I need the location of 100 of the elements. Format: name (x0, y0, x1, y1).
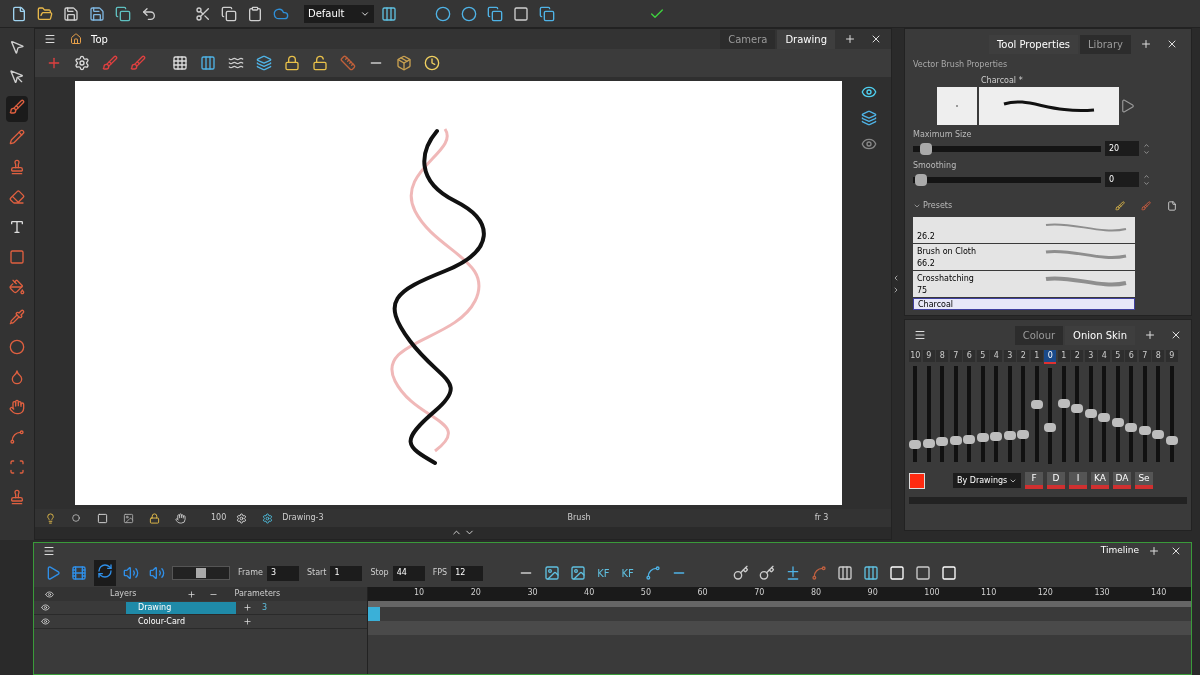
number-field[interactable]: 44 (392, 565, 425, 581)
layers-header: Layers (110, 588, 137, 600)
onion-frame-label[interactable]: 6 (1125, 350, 1138, 362)
layer-row[interactable]: Drawing (126, 601, 236, 614)
layer-row[interactable]: Colour-Card (126, 615, 236, 628)
decrement-icon[interactable] (1143, 179, 1150, 187)
preset-item[interactable]: 26.2 (913, 217, 1135, 243)
onion-slider-thumb[interactable] (1084, 408, 1097, 418)
number-field[interactable]: 1 (330, 565, 363, 581)
onion-mode-button[interactable]: KA (1091, 472, 1109, 489)
field-label: FPS (432, 567, 448, 579)
onion-frame-label[interactable]: 6 (963, 350, 976, 362)
onion-slider-thumb[interactable] (1152, 430, 1165, 440)
panel-tab[interactable]: Onion Skin (1065, 325, 1135, 345)
onion-frame-label[interactable]: 3 (1003, 350, 1016, 362)
horizontal-scrollbar[interactable] (909, 497, 1187, 504)
preset-item[interactable]: Crosshatching 75 (913, 271, 1135, 297)
onion-mode-button[interactable]: D (1047, 472, 1065, 489)
onion-slider-thumb[interactable] (1044, 422, 1057, 432)
onion-slider-thumb[interactable] (1003, 431, 1016, 441)
panel-tab[interactable]: Drawing (777, 29, 835, 49)
onion-frame-label[interactable]: 7 (1138, 350, 1151, 362)
onion-frame-label[interactable]: 5 (1111, 350, 1124, 362)
onion-frame-label[interactable]: 9 (1165, 350, 1178, 362)
onion-frame-label[interactable]: 1 (1030, 350, 1043, 362)
onion-frame-label[interactable]: 8 (936, 350, 949, 362)
onion-slider-thumb[interactable] (1017, 430, 1030, 440)
number-field[interactable]: 12 (451, 565, 484, 581)
onion-slider-thumb[interactable] (936, 437, 949, 447)
onion-frame-label[interactable]: 4 (990, 350, 1003, 362)
field-label: Stop (370, 567, 389, 579)
onion-slider-thumb[interactable] (922, 439, 935, 449)
mode-dropdown[interactable]: By Drawings (953, 473, 1021, 488)
keyframe-button[interactable]: KF (593, 565, 614, 581)
onion-slider-thumb[interactable] (1111, 418, 1124, 428)
slider-track[interactable] (913, 145, 1101, 152)
preset-item[interactable]: Brush on Cloth 66.2 (913, 244, 1135, 270)
panel-tab[interactable]: Colour (1014, 325, 1064, 345)
panel-tab[interactable]: Camera (720, 29, 776, 49)
onion-frame-label[interactable]: 5 (976, 350, 989, 362)
onion-frame-label[interactable]: 4 (1098, 350, 1111, 362)
slider-thumb[interactable] (920, 142, 933, 155)
onion-slider-thumb[interactable] (1138, 426, 1151, 436)
presets-header[interactable]: Presets (923, 200, 953, 212)
onion-frame-label[interactable]: 7 (949, 350, 962, 362)
onion-slider-thumb[interactable] (1057, 399, 1070, 409)
ruler-tick-label: 90 (867, 587, 878, 599)
onion-frame-label[interactable]: 2 (1071, 350, 1084, 362)
preset-item[interactable]: Charcoal (913, 298, 1135, 310)
onion-frame-label[interactable]: 2 (1017, 350, 1030, 362)
onion-frame-label[interactable]: 1 (1057, 350, 1070, 362)
panel-tab[interactable]: Tool Properties (988, 34, 1079, 54)
increment-icon[interactable] (1143, 141, 1150, 149)
collapse-left-icon[interactable] (892, 274, 900, 282)
onion-frame-label[interactable]: 9 (922, 350, 935, 362)
decrement-icon[interactable] (1143, 148, 1150, 156)
timeline-track[interactable] (368, 621, 1191, 635)
onion-slider-thumb[interactable] (1098, 413, 1111, 422)
onion-frame-label[interactable]: 8 (1152, 350, 1165, 362)
onion-slider-thumb[interactable] (1125, 422, 1138, 432)
slider-thumb[interactable] (196, 568, 206, 578)
keyframe-button[interactable]: KF (617, 565, 638, 581)
onion-slider-thumb[interactable] (963, 434, 976, 444)
slider-thumb[interactable] (915, 173, 927, 186)
increment-icon[interactable] (1143, 172, 1150, 180)
onion-slider-thumb[interactable] (990, 432, 1003, 442)
slider-track[interactable] (913, 176, 1101, 183)
onion-slider-thumb[interactable] (949, 436, 962, 446)
view-title: Top (91, 32, 108, 47)
panel-title[interactable]: Timeline (1096, 544, 1143, 558)
play-arrow-icon[interactable] (1121, 99, 1135, 113)
parameter-value: 3 (262, 601, 268, 614)
value-field[interactable]: 20 (1105, 141, 1139, 156)
collapse-right-icon[interactable] (892, 286, 900, 294)
exposure-cell[interactable] (368, 607, 380, 621)
onion-slider-thumb[interactable] (1071, 404, 1084, 414)
ruler-tick-label: 10 (414, 587, 425, 599)
onion-frame-label[interactable]: 0 (1044, 350, 1057, 364)
onion-slider-thumb[interactable] (976, 433, 989, 442)
value-field[interactable]: 0 (1105, 172, 1139, 187)
onion-mode-button[interactable]: F (1025, 472, 1043, 489)
onion-mode-button[interactable]: DA (1113, 472, 1131, 489)
onion-frame-label[interactable]: 10 (909, 350, 922, 362)
colour-swatch[interactable] (909, 472, 925, 489)
frame-number: fr 3 (814, 512, 829, 524)
playback-speed-slider[interactable] (172, 566, 230, 580)
onion-frame-label[interactable]: 3 (1084, 350, 1097, 362)
parameters-header: Parameters (234, 588, 281, 600)
workspace-dropdown[interactable]: Default (304, 4, 374, 23)
panel-tab[interactable]: Library (1080, 34, 1131, 54)
onion-slider-thumb[interactable] (909, 439, 922, 449)
expand-icon[interactable] (913, 202, 921, 210)
number-field[interactable]: 3 (266, 565, 299, 581)
onion-mode-button[interactable]: Se (1135, 472, 1153, 489)
ruler-tick-label: 60 (697, 587, 708, 599)
onion-slider-thumb[interactable] (1030, 399, 1043, 409)
zoom-level[interactable]: 100 (211, 512, 227, 524)
field-label: Frame (238, 567, 263, 579)
onion-mode-button[interactable]: I (1069, 472, 1087, 489)
onion-slider-thumb[interactable] (1165, 435, 1178, 445)
